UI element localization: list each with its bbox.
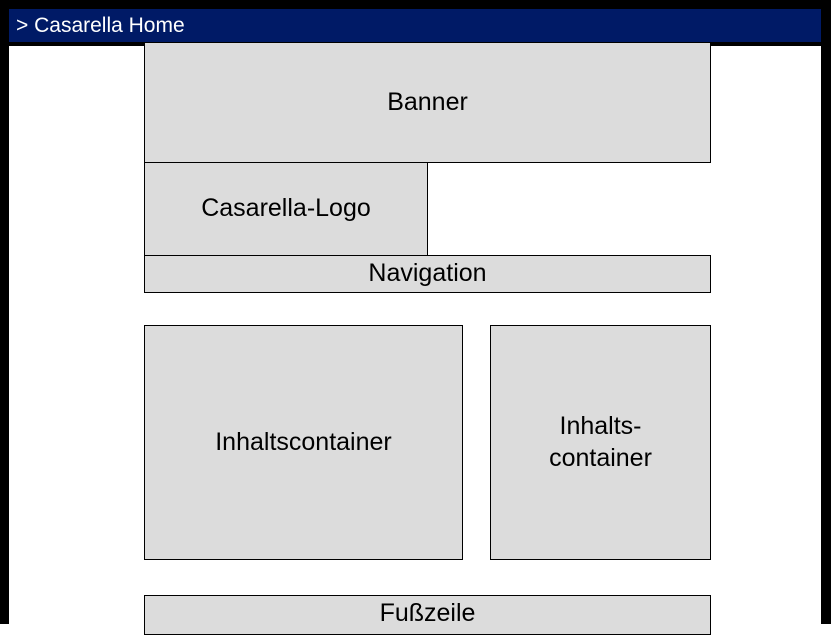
navigation-block: Navigation: [144, 255, 711, 293]
navigation-label: Navigation: [368, 259, 487, 288]
content-main-label: Inhaltscontainer: [215, 427, 392, 456]
content-side-label-line1: Inhalts-: [559, 412, 642, 441]
banner-block: Banner: [144, 42, 711, 163]
window-title: > Casarella Home: [16, 14, 185, 37]
content-container-main: Inhaltscontainer: [144, 325, 463, 560]
logo-block: Casarella-Logo: [144, 162, 428, 256]
content-side-label-line2: container: [549, 443, 652, 472]
logo-label: Casarella-Logo: [201, 194, 371, 223]
content-container-side: Inhalts- container: [490, 325, 711, 560]
banner-label: Banner: [387, 87, 468, 116]
footer-block: Fußzeile: [144, 595, 711, 635]
window-title-bar: > Casarella Home: [9, 9, 821, 42]
footer-label: Fußzeile: [379, 599, 476, 627]
